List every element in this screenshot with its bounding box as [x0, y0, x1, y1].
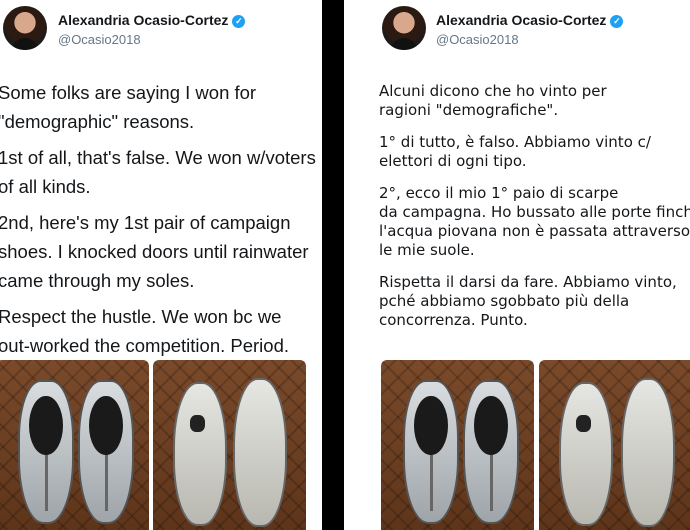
text-line: pché abbiamo sgobbato più della — [379, 292, 630, 310]
text-line: 2°, ecco il mio 1° paio di scarpe — [379, 184, 619, 202]
text-line: Alcuni dicono che ho vinto per — [379, 82, 607, 100]
text-line: elettori di ogni tipo. — [379, 152, 527, 170]
left-shoe — [403, 380, 459, 524]
right-shoe — [463, 380, 519, 524]
text-line: da campagna. Ho bussato alle porte finch… — [379, 203, 690, 221]
shoes-soles-photo[interactable] — [539, 360, 690, 530]
author-name: Alexandria Ocasio-Cortez — [436, 12, 607, 28]
author-name: Alexandria Ocasio-Cortez — [58, 12, 229, 28]
text-line: 2nd, here's my 1st pair of campaign — [0, 212, 291, 233]
verified-badge-icon: ✓ — [232, 15, 246, 28]
author-handle[interactable]: @Ocasio2018 — [436, 32, 519, 47]
worn-sole — [559, 382, 613, 526]
shoes-top-photo[interactable] — [381, 360, 534, 530]
paragraph-2: 1° di tutto, è falso. Abbiamo vinto c/el… — [379, 133, 690, 171]
sole — [621, 378, 675, 527]
text-line: of all kinds. — [0, 176, 91, 197]
author-name-row[interactable]: Alexandria Ocasio-Cortez ✓ — [58, 12, 246, 28]
text-line: 1st of all, that's false. We won w/voter… — [0, 147, 316, 168]
tweet-text: Alcuni dicono che ho vinto per ragioni "d… — [379, 82, 690, 343]
text-line: 1° di tutto, è falso. Abbiamo vinto c/ — [379, 133, 651, 151]
shoes-soles-photo[interactable] — [153, 360, 306, 530]
tweet-header: Alexandria Ocasio-Cortez ✓ @Ocasio2018 — [0, 6, 322, 52]
tweet-header: Alexandria Ocasio-Cortez ✓ @Ocasio2018 — [344, 6, 690, 52]
author-name-row[interactable]: Alexandria Ocasio-Cortez ✓ — [436, 12, 624, 28]
paragraph-4: Respect the hustle. We won bc we out-work… — [0, 302, 322, 360]
paragraph-1: Some folks are saying I won for "demograp… — [0, 78, 322, 136]
author-handle[interactable]: @Ocasio2018 — [58, 32, 141, 47]
tweet-panel-english: Alexandria Ocasio-Cortez ✓ @Ocasio2018 So… — [0, 0, 322, 530]
text-line: Rispetta il darsi da fare. Abbiamo vinto… — [379, 273, 677, 291]
text-line: shoes. I knocked doors until rainwater — [0, 241, 309, 262]
tweet-text: Some folks are saying I won for "demograp… — [0, 78, 322, 367]
paragraph-3: 2nd, here's my 1st pair of campaign shoes… — [0, 208, 322, 295]
paragraph-1: Alcuni dicono che ho vinto per ragioni "d… — [379, 82, 690, 120]
text-line: out-worked the competition. Period. — [0, 335, 290, 356]
shoes-top-photo[interactable] — [0, 360, 149, 530]
right-shoe — [78, 380, 134, 524]
verified-badge-icon: ✓ — [610, 15, 624, 28]
paragraph-2: 1st of all, that's false. We won w/voter… — [0, 143, 322, 201]
text-line: l'acqua piovana non è passata attraverso — [379, 222, 690, 240]
text-line: le mie suole. — [379, 241, 475, 259]
tweet-panel-italian: Alexandria Ocasio-Cortez ✓ @Ocasio2018 Al… — [344, 0, 690, 530]
text-line: ragioni "demografiche". — [379, 101, 559, 119]
text-line: Some folks are saying I won for — [0, 82, 257, 103]
text-line: concorrenza. Punto. — [379, 311, 528, 329]
worn-sole — [173, 382, 227, 526]
text-line: came through my soles. — [0, 270, 195, 291]
text-line: Respect the hustle. We won bc we — [0, 306, 282, 327]
text-line: "demographic" reasons. — [0, 111, 195, 132]
left-shoe — [18, 380, 74, 524]
paragraph-3: 2°, ecco il mio 1° paio di scarpe da camp… — [379, 184, 690, 260]
sole — [233, 378, 287, 527]
paragraph-4: Rispetta il darsi da fare. Abbiamo vinto… — [379, 273, 690, 330]
